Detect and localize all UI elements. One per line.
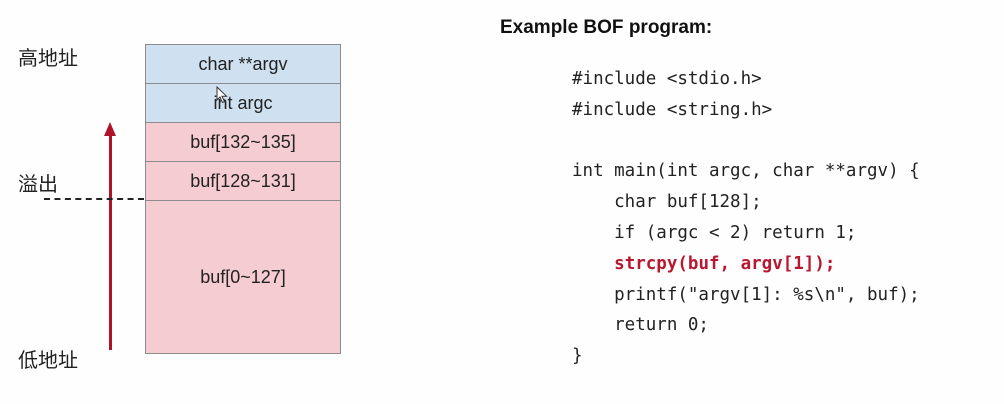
growth-arrow-shaft — [109, 134, 112, 350]
high-address-label: 高地址 — [18, 46, 78, 70]
stack-cell-argc: int argc — [145, 83, 341, 123]
code-line: } — [572, 346, 583, 367]
code-block: #include <stdio.h> #include <string.h> i… — [572, 64, 920, 372]
stack-diagram: char **argv int argc buf[132~135] buf[12… — [145, 44, 341, 354]
overflow-dashed-line — [44, 198, 144, 200]
code-line: return 0; — [572, 315, 709, 336]
overflow-label: 溢出 — [18, 172, 58, 196]
code-line: int main(int argc, char **argv) { — [572, 161, 920, 182]
code-line: if (argc < 2) return 1; — [572, 222, 857, 243]
code-line: char buf[128]; — [572, 192, 762, 213]
strcpy-call: strcpy(buf, argv[1]); — [614, 253, 836, 274]
stack-cell-buf-128-131: buf[128~131] — [145, 161, 341, 201]
stack-cell-buf-0-127: buf[0~127] — [145, 200, 341, 354]
code-title: Example BOF program: — [500, 17, 713, 38]
code-line: #include <string.h> — [572, 99, 773, 120]
code-line: #include <stdio.h> — [572, 69, 762, 89]
code-line-highlighted: strcpy(buf, argv[1]); — [572, 249, 920, 280]
slide: 高地址 溢出 低地址 char **argv int argc buf[132~… — [0, 0, 1004, 404]
mouse-cursor-icon — [216, 86, 228, 104]
code-line: printf("argv[1]: %s\n", buf); — [572, 284, 920, 305]
stack-cell-argv: char **argv — [145, 44, 341, 84]
stack-cell-buf-132-135: buf[132~135] — [145, 122, 341, 162]
low-address-label: 低地址 — [18, 348, 78, 372]
